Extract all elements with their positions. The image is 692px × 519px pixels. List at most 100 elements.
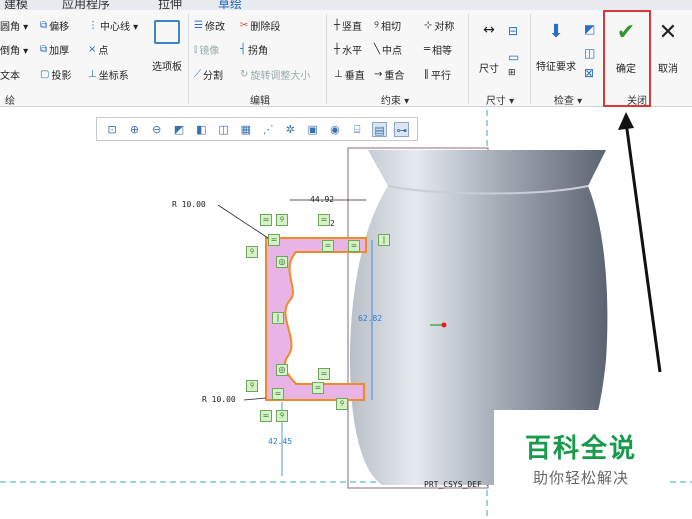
feature-requirements-button[interactable]: ⬇ 特征要求 bbox=[534, 20, 578, 90]
centerline-button[interactable]: ⋮ 中心线 ▾ bbox=[88, 18, 138, 33]
equal-index-label: 2 bbox=[330, 219, 335, 228]
pointer-arrow bbox=[618, 112, 634, 130]
highlight-icon[interactable]: ◩ bbox=[584, 22, 595, 36]
horizontal-constraint-marker[interactable]: = bbox=[312, 382, 324, 394]
midpoint-constraint[interactable]: ╲ 中点 bbox=[374, 42, 402, 57]
divide-icon: ⟋ bbox=[194, 69, 201, 80]
cancel-label: 取消 bbox=[658, 64, 678, 75]
group-label-edit: 编辑 bbox=[250, 96, 270, 107]
chamfer-button[interactable]: 倒角 ▾ bbox=[0, 42, 28, 57]
tab-model[interactable]: 建模 bbox=[4, 0, 28, 10]
watermark-title: 百科全说 bbox=[524, 434, 637, 464]
tab-extrude[interactable]: 拉伸 bbox=[158, 0, 182, 10]
csys-icon: ⊥ bbox=[88, 69, 97, 80]
palette-label: 选项板 bbox=[152, 62, 182, 73]
equal-constraint-marker[interactable]: = bbox=[318, 368, 330, 380]
tangent-icon: ୨ bbox=[374, 20, 379, 31]
project-icon: ▢ bbox=[40, 69, 50, 80]
width-dimension[interactable]: 44.92 bbox=[310, 195, 334, 204]
group-label-dimension[interactable]: 尺寸 ▾ bbox=[480, 92, 520, 107]
horizontal-constraint[interactable]: ┼ 水平 bbox=[334, 42, 362, 57]
divider bbox=[326, 14, 327, 104]
offset-button[interactable]: ⧉ 偏移 bbox=[40, 18, 69, 33]
coincident-icon: → bbox=[374, 69, 383, 80]
close-icon: ✕ bbox=[658, 20, 678, 45]
radius-dimension-top[interactable]: R 10.00 bbox=[172, 200, 206, 209]
tangent-constraint-marker[interactable]: ୨ bbox=[276, 214, 288, 226]
point-icon: × bbox=[88, 44, 97, 55]
tab-sketch[interactable]: 草绘 bbox=[218, 0, 242, 10]
corner-button[interactable]: ┤ 拐角 bbox=[240, 42, 268, 57]
origin-point bbox=[441, 322, 447, 328]
group-label-constraint[interactable]: 约束 ▾ bbox=[370, 92, 420, 107]
horizontal-constraint-marker[interactable]: = bbox=[268, 234, 280, 246]
horizontal-constraint-marker[interactable]: = bbox=[348, 240, 360, 252]
fillet-button[interactable]: 圆角 ▾ bbox=[0, 18, 28, 33]
feature-requirements-icon: ⬇ bbox=[548, 21, 564, 42]
watermark: 百科全说 助你轻松解决 bbox=[494, 410, 668, 494]
rotate-icon: ↻ bbox=[240, 69, 249, 80]
overlap-icon[interactable]: ◫ bbox=[584, 46, 595, 60]
divider bbox=[530, 14, 531, 104]
equal-constraint-marker[interactable]: = bbox=[260, 410, 272, 422]
equal-constraint-marker[interactable]: = bbox=[318, 214, 330, 226]
palette-icon bbox=[154, 20, 180, 44]
symmetric-icon: ⊹ bbox=[424, 20, 433, 31]
baseline-icon[interactable]: ⊟ bbox=[508, 24, 518, 38]
vertical-icon: ┼ bbox=[334, 20, 341, 31]
delete-segment-icon: ✂ bbox=[240, 20, 249, 31]
dimension-label: 尺寸 bbox=[479, 64, 499, 75]
mirror-button[interactable]: ⫾ 镜像 bbox=[194, 42, 219, 57]
vertical-constraint-marker[interactable]: | bbox=[272, 312, 284, 324]
mirror-icon: ⫾ bbox=[194, 44, 198, 55]
palette-button[interactable]: 选项板 bbox=[150, 20, 184, 84]
midpoint-constraint-marker[interactable]: ◎ bbox=[276, 364, 288, 376]
equal-icon: ═ bbox=[424, 44, 431, 55]
cancel-button[interactable]: ✕ 取消 bbox=[648, 20, 688, 82]
thicken-icon: ⧉ bbox=[40, 44, 48, 55]
group-label-inspect[interactable]: 检查 ▾ bbox=[548, 92, 588, 107]
horizontal-constraint-marker[interactable]: = bbox=[322, 240, 334, 252]
thicken-button[interactable]: ⧉ 加厚 bbox=[40, 42, 69, 57]
tangent-constraint[interactable]: ୨ 相切 bbox=[374, 18, 401, 33]
equal-constraint[interactable]: ═ 相等 bbox=[424, 42, 452, 57]
rotate-resize-button[interactable]: ↻ 旋转调整大小 bbox=[240, 67, 310, 82]
project-button[interactable]: ▢ 投影 bbox=[40, 67, 71, 82]
delete-segment-button[interactable]: ✂ 删除段 bbox=[240, 18, 280, 33]
perpendicular-constraint[interactable]: ⊥ 垂直 bbox=[334, 67, 365, 82]
midpoint-constraint-marker[interactable]: ◎ bbox=[276, 256, 288, 268]
equal-constraint-marker[interactable]: = bbox=[272, 388, 284, 400]
parallel-icon: ∥ bbox=[424, 69, 429, 80]
coincident-constraint[interactable]: → 重合 bbox=[374, 67, 404, 82]
perpendicular-icon: ⊥ bbox=[334, 69, 343, 80]
tangent-constraint-marker[interactable]: ୨ bbox=[246, 246, 258, 258]
tab-bar: 建模 应用程序 拉伸 草绘 bbox=[0, 0, 692, 10]
ref-dim-icon[interactable]: ⊞ bbox=[508, 68, 516, 78]
symmetric-constraint[interactable]: ⊹ 对称 bbox=[424, 18, 454, 33]
modify-button[interactable]: ☰ 修改 bbox=[194, 18, 225, 33]
modify-icon: ☰ bbox=[194, 20, 203, 31]
tangent-constraint-marker[interactable]: ୨ bbox=[336, 398, 348, 410]
divide-button[interactable]: ⟋ 分割 bbox=[194, 67, 223, 82]
corner-icon: ┤ bbox=[240, 44, 247, 55]
tab-applications[interactable]: 应用程序 bbox=[62, 0, 110, 10]
radius-dimension-bottom[interactable]: R 10.00 bbox=[202, 395, 236, 404]
vertical-constraint-marker[interactable]: | bbox=[378, 234, 390, 246]
open-ends-icon[interactable]: ⊠ bbox=[584, 66, 594, 80]
reference-icon[interactable]: ▭ bbox=[508, 50, 519, 64]
parallel-constraint[interactable]: ∥ 平行 bbox=[424, 67, 451, 82]
feature-requirements-label: 特征要求 bbox=[536, 62, 576, 73]
equal-constraint-marker[interactable]: = bbox=[260, 214, 272, 226]
tangent-constraint-marker[interactable]: ୨ bbox=[276, 410, 288, 422]
tangent-constraint-marker[interactable]: ୨ bbox=[246, 380, 258, 392]
coordinate-system-button[interactable]: ⊥ 坐标系 bbox=[88, 67, 129, 82]
bottom-dimension[interactable]: 42.45 bbox=[268, 437, 292, 446]
dimension-button[interactable]: ↔ 尺寸 bbox=[474, 20, 504, 90]
point-button[interactable]: × 点 bbox=[88, 42, 108, 57]
text-button[interactable]: 文本 bbox=[0, 67, 20, 82]
horizontal-icon: ┼ bbox=[334, 44, 341, 55]
group-label-close: 关闭 bbox=[627, 96, 647, 107]
vertical-constraint[interactable]: ┼ 竖直 bbox=[334, 18, 362, 33]
watermark-subtitle: 助你轻松解决 bbox=[532, 469, 629, 487]
height-dimension[interactable]: 62.82 bbox=[358, 314, 382, 323]
